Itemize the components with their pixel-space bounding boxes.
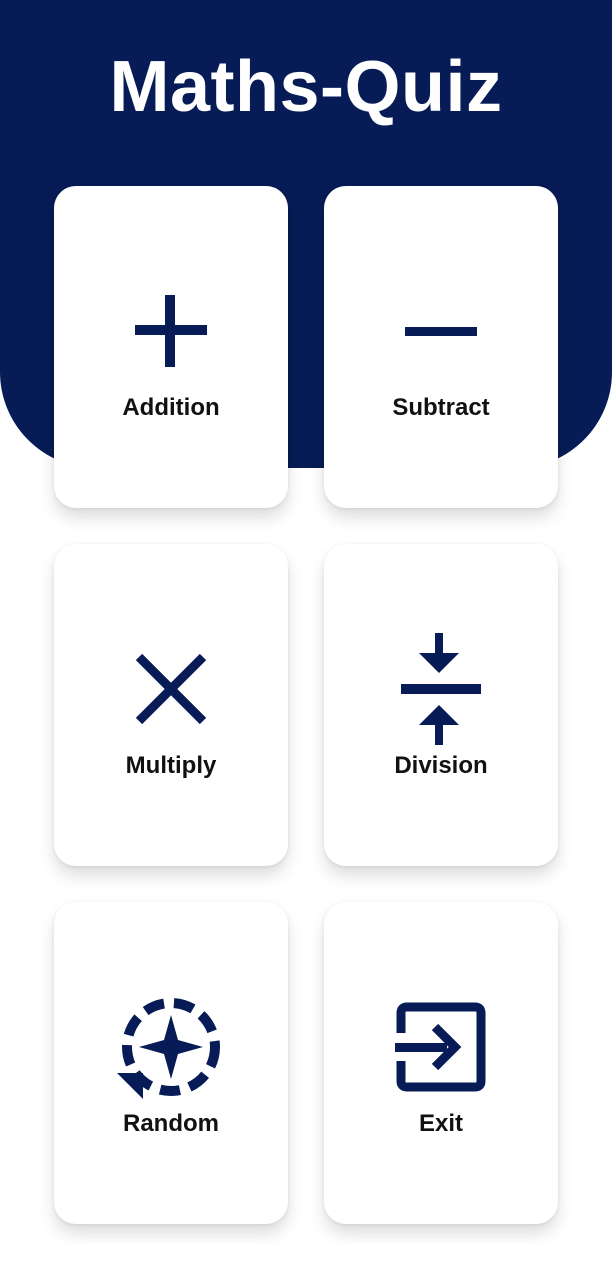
division-label: Division xyxy=(394,752,488,779)
subtract-label: Subtract xyxy=(392,394,490,421)
multiply-icon xyxy=(54,644,288,734)
subtract-card[interactable]: Subtract xyxy=(324,186,558,508)
random-icon xyxy=(54,998,288,1099)
exit-icon xyxy=(324,1002,558,1092)
minus-icon xyxy=(324,286,558,376)
app-title: Maths-Quiz xyxy=(109,47,503,127)
division-card[interactable]: Division xyxy=(324,544,558,866)
addition-card[interactable]: Addition xyxy=(54,186,288,508)
menu-grid: Addition Subtract Multiply Division Rand… xyxy=(54,186,558,1224)
addition-label: Addition xyxy=(122,394,220,421)
multiply-card[interactable]: Multiply xyxy=(54,544,288,866)
multiply-label: Multiply xyxy=(125,752,217,779)
random-card[interactable]: Random xyxy=(54,902,288,1224)
random-label: Random xyxy=(123,1110,219,1137)
plus-icon xyxy=(54,286,288,376)
bottom-strip xyxy=(0,1244,612,1280)
exit-card[interactable]: Exit xyxy=(324,902,558,1224)
division-icon xyxy=(324,633,558,745)
exit-label: Exit xyxy=(418,1110,463,1137)
